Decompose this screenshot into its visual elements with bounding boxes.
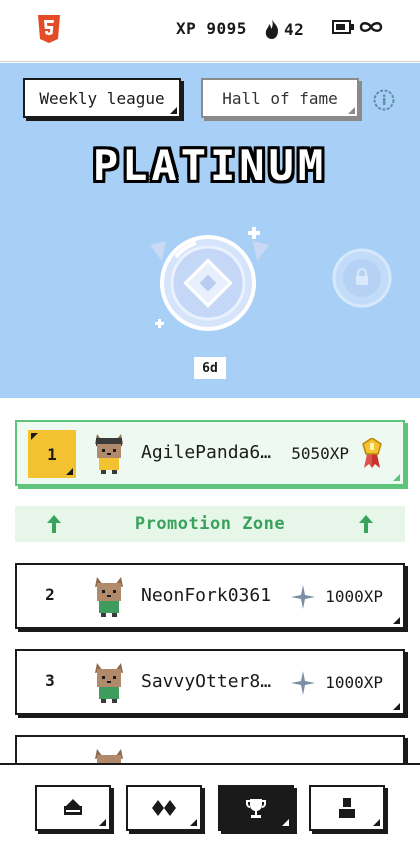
infinity-icon [359,22,383,32]
corner-notch-icon [393,617,400,624]
nav-leagues[interactable] [218,785,294,831]
leaderboard-row[interactable]: 2 NeonFork0361 1000XP [15,563,405,629]
username: SavvyOtter8… [141,671,272,692]
tab-hall-of-fame-label: Hall of fame [222,88,338,108]
rank-badge: 1 [28,430,76,478]
nav-practice[interactable] [126,785,202,831]
username: AgilePanda6… [141,442,272,463]
username: NeonFork0361 [141,585,272,606]
rank-number: 2 [45,585,55,604]
promotion-zone-banner: Promotion Zone [15,506,405,542]
corner-notch-icon [393,474,400,481]
avatar [95,434,123,474]
league-header: Weekly league Hall of fame PLATINUM 6d [0,63,420,398]
status-bar: XP 9095 42 [0,0,420,62]
user-xp: 1000XP [325,587,383,606]
user-xp: 5050XP [291,444,349,463]
arrow-up-icon [47,515,61,533]
nav-home[interactable] [35,785,111,831]
avatar [95,577,123,617]
corner-notch-icon [66,468,73,475]
corner-notch-icon [348,107,355,114]
battery-icon [332,20,354,34]
xp-counter: XP 9095 [176,19,247,38]
spark-icon [291,671,315,695]
leaderboard-row[interactable] [15,735,405,764]
corner-notch-icon [373,819,380,826]
avatar [95,663,123,703]
html5-icon [38,15,60,43]
profile-icon [339,798,355,818]
spark-icon [291,585,315,609]
rank-number: 1 [47,444,57,464]
leaderboard: 1 AgilePanda6… 5050XP Promotion Zone 2 N… [0,399,420,764]
league-title: PLATINUM [92,141,328,190]
corner-notch-icon [190,819,197,826]
corner-notch-icon [393,703,400,710]
user-xp: 1000XP [325,673,383,692]
avatar [95,749,123,764]
tab-weekly-league[interactable]: Weekly league [23,78,181,118]
platinum-badge-icon [150,227,269,331]
diamonds-icon [152,800,176,816]
streak-counter: 42 [263,19,304,39]
promotion-zone-label: Promotion Zone [134,514,286,534]
leaderboard-row[interactable]: 3 SavvyOtter8… 1000XP [15,649,405,715]
corner-notch-icon [99,819,106,826]
tab-hall-of-fame[interactable]: Hall of fame [201,78,359,118]
home-icon [64,799,82,815]
flame-icon [265,19,278,39]
bottom-nav [0,763,420,859]
streak-count: 42 [284,19,305,39]
trophy-icon [246,799,266,818]
corner-notch-icon [282,819,289,826]
corner-notch-icon [170,107,177,114]
info-icon[interactable] [373,89,395,111]
arrow-up-icon [359,515,373,533]
rank-number: 3 [45,671,55,690]
locked-badge-icon [332,248,392,308]
tab-weekly-league-label: Weekly league [39,88,165,108]
nav-profile[interactable] [309,785,385,831]
energy-indicator [332,20,384,34]
corner-notch-icon [31,433,38,440]
leaderboard-row[interactable]: 1 AgilePanda6… 5050XP [15,420,405,486]
medal-icon [362,438,382,468]
time-left-badge: 6d [194,357,226,379]
